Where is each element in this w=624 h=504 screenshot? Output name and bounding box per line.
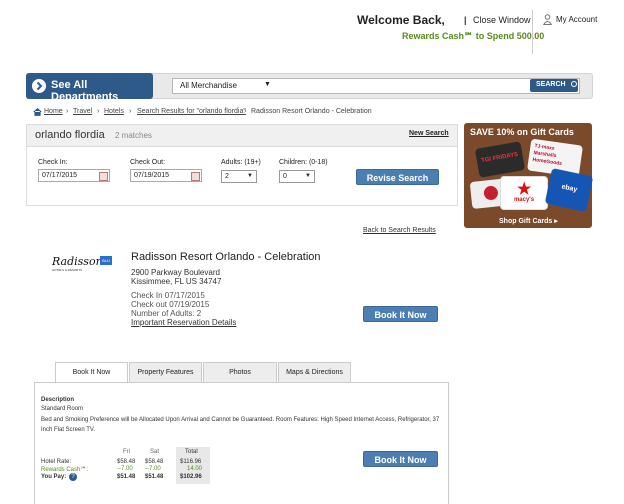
shop-gift-cards-link[interactable]: Shop Gift Cards ▸ [499,217,558,225]
price-header-total: Total [185,449,198,455]
hotel-adults: Number of Adults: 2 [131,309,202,318]
breadcrumb-home[interactable]: Home [44,108,63,115]
rewards-cash-fri: --7.00 [117,466,133,472]
adults-select[interactable]: 2 ▼ [221,170,257,183]
header-divider [532,10,533,54]
match-count: 2 matches [115,131,152,140]
hotel-address-line1: 2900 Parkway Boulevard [131,268,220,277]
header-separator: | [464,15,467,25]
tab-book-it-now[interactable]: Book It Now [55,362,128,383]
description-heading: Description [41,397,75,403]
search-button-label: SEARCH [536,81,566,88]
book-it-now-button[interactable]: Book It Now [363,306,438,322]
star-icon: ★ [517,181,532,198]
search-city: orlando flordia [35,129,105,141]
room-details: Bed and Smoking Preference will be Alloc… [41,417,440,433]
you-pay-sat: $51.48 [145,474,164,480]
search-icon [570,81,577,87]
my-account-link[interactable]: My Account [556,15,597,24]
breadcrumb-separator: › [244,108,247,115]
children-value: 0 [283,173,287,180]
hotel-check-in: Check In 07/17/2015 [131,291,205,300]
breadcrumb-separator: › [66,108,69,115]
chevron-down-icon: ▼ [305,173,311,179]
breadcrumb-hotels[interactable]: Hotels [104,108,124,115]
rewards-cash-balance: Rewards Cash℠ to Spend 500.00 [402,31,545,41]
breadcrumb-travel[interactable]: Travel [73,108,92,115]
revise-search-button[interactable]: Revise Search [356,169,439,185]
page: Welcome Back, | Close Window Rewards Cas… [0,0,624,504]
breadcrumb-separator: › [129,108,132,115]
breadcrumb-search-results[interactable]: Search Results for "orlando flordia" [137,108,246,115]
hotel-check-out: Check out 07/19/2015 [131,300,210,309]
logo-subtitle: HOTELS & RESORTS [52,268,83,272]
price-header-sat: Sat [150,449,160,455]
merchandise-select[interactable]: All Merchandise [180,81,237,90]
close-window-link[interactable]: Close Window [473,15,531,25]
important-details-link[interactable]: Important Reservation Details [131,318,236,327]
book-it-now-button-room[interactable]: Book It Now [363,451,438,467]
ad-title: SAVE 10% on Gift Cards [470,127,574,137]
children-label: Children: (0-18) [279,159,328,166]
search-button[interactable]: SEARCH [530,79,578,92]
tab-photos[interactable]: Photos [203,362,277,382]
hotel-rate-sat: $58.48 [145,459,164,465]
tab-panel [34,382,449,504]
new-search-link[interactable]: New Search [409,130,449,137]
you-pay-total: $102.96 [180,474,202,480]
logo-badge: BLU [100,256,112,265]
user-icon[interactable] [543,14,552,25]
chevron-down-icon[interactable]: ▼ [264,81,271,88]
check-in-label: Check In: [38,159,68,166]
breadcrumb-current: Radisson Resort Orlando - Celebration [251,108,372,115]
you-pay-label: You Pay: [41,474,67,480]
you-pay-fri: $51.48 [117,474,136,480]
hotel-address-line2: Kissimmee, FL US 34747 [131,277,222,286]
rewards-cash-sat: --7.00 [145,466,161,472]
hotel-rate-label: Hotel Rate: [41,459,72,465]
gift-card-macys: ★ macy's [500,176,548,210]
rewards-cash-label: Rewards Cash℠: [41,467,89,473]
check-out-label: Check Out: [130,159,166,166]
logo-wordmark: Radisson [52,255,103,268]
home-icon[interactable] [33,107,42,116]
help-icon[interactable]: ? [69,473,77,481]
price-header-fri: Fri [123,449,130,455]
arrow-circle-icon [32,79,46,93]
hotel-name: Radisson Resort Orlando - Celebration [131,251,321,263]
calendar-icon[interactable] [191,172,200,181]
room-type: Standard Room [41,406,84,412]
welcome-text: Welcome Back, [357,13,445,27]
tab-maps-directions[interactable]: Maps & Directions [278,362,351,382]
back-to-results-link[interactable]: Back to Search Results [363,227,436,234]
radisson-logo: Radisson BLU HOTELS & RESORTS [52,255,114,275]
children-select[interactable]: 0 ▼ [279,170,315,183]
hotel-rate-fri: $58.48 [117,459,136,465]
tab-property-features[interactable]: Property Features [129,362,202,382]
adults-label: Adults: (19+) [221,159,261,166]
calendar-icon[interactable] [99,172,108,181]
breadcrumb-separator: › [97,108,100,115]
adults-value: 2 [225,173,229,180]
hotel-rate-total: $116.96 [180,459,202,465]
chevron-down-icon: ▼ [247,173,253,179]
rewards-cash-total: 14.00 [187,466,203,472]
